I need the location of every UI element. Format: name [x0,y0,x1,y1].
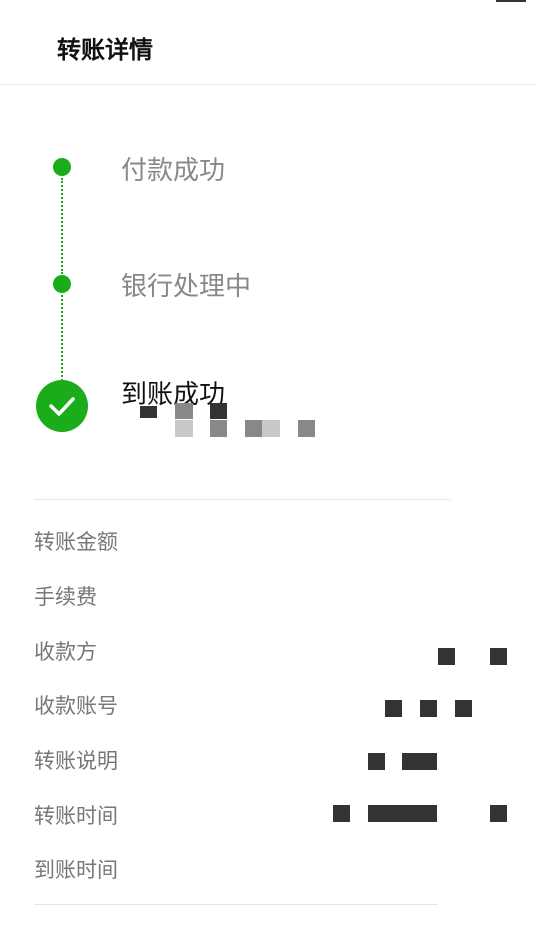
detail-label: 到账时间 [34,858,118,882]
transfer-progress-timeline: 付款成功 银行处理中 到账成功 [0,120,536,460]
checkmark-circle-icon [36,380,88,432]
detail-label: 手续费 [34,585,97,609]
header: 转账详情 [0,0,536,85]
step-label-bank-processing: 银行处理中 [121,272,252,302]
timeline-connector [61,178,63,274]
section-divider [34,499,451,500]
detail-row-amount: 转账金额 [0,512,536,566]
step-label-payment-success: 付款成功 [121,156,226,186]
step-done-dot-icon [53,275,71,293]
step-done-dot-icon [53,158,71,176]
detail-row-note: 转账说明 [0,731,536,785]
timeline-connector [61,295,63,381]
section-divider [34,904,438,905]
detail-row-arrival-time: 到账时间 [0,840,536,894]
detail-row-payee: 收款方 [0,622,536,676]
detail-label: 转账说明 [34,749,118,773]
detail-label: 转账金额 [34,530,118,554]
page-title: 转账详情 [57,36,153,64]
detail-label: 转账时间 [34,804,118,828]
detail-label: 收款账号 [34,694,118,718]
detail-label: 收款方 [34,640,97,664]
detail-row-fee: 手续费 [0,567,536,621]
detail-row-account-number: 收款账号 [0,676,536,730]
detail-row-transfer-time: 转账时间 [0,786,536,840]
